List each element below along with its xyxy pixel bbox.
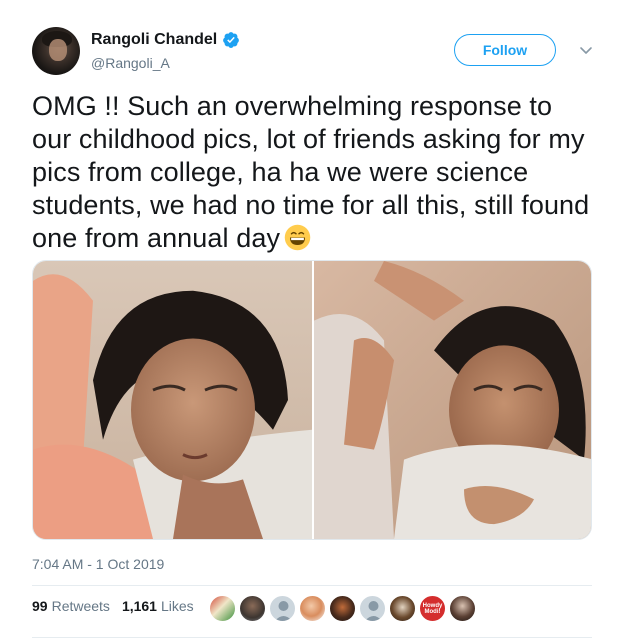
- likes-label[interactable]: Likes: [161, 598, 194, 614]
- liker-avatar[interactable]: [239, 595, 266, 622]
- avatar-face: [49, 39, 67, 61]
- grinning-face-emoji-icon: [284, 224, 311, 251]
- liker-avatar[interactable]: [329, 595, 356, 622]
- liker-avatar[interactable]: [209, 595, 236, 622]
- likers-avatars: Howdy Modi!: [209, 595, 476, 622]
- divider: [32, 637, 592, 638]
- author-display-name[interactable]: Rangoli Chandel: [91, 31, 217, 49]
- liker-avatar[interactable]: [299, 595, 326, 622]
- liker-avatar[interactable]: [359, 595, 386, 622]
- tweet-stats: 99 Retweets 1,161 Likes: [32, 598, 206, 614]
- liker-avatar[interactable]: [449, 595, 476, 622]
- tweet-timestamp[interactable]: 7:04 AM - 1 Oct 2019: [32, 556, 164, 572]
- verified-badge-icon: [223, 32, 240, 48]
- author-name-row[interactable]: Rangoli Chandel: [91, 31, 240, 49]
- default-profile-icon: [364, 601, 383, 621]
- photo-left-image: [33, 261, 312, 539]
- retweets-label[interactable]: Retweets: [52, 598, 110, 614]
- likes-count[interactable]: 1,161: [122, 598, 157, 614]
- liker-avatar[interactable]: [389, 595, 416, 622]
- tweet-card: Rangoli Chandel @Rangoli_A Follow OMG !!…: [0, 0, 621, 644]
- follow-button[interactable]: Follow: [454, 34, 556, 66]
- photo-right[interactable]: [314, 261, 591, 539]
- author-handle[interactable]: @Rangoli_A: [91, 55, 170, 71]
- tweet-header: Rangoli Chandel @Rangoli_A Follow: [32, 27, 602, 77]
- retweets-count[interactable]: 99: [32, 598, 48, 614]
- photo-left[interactable]: [33, 261, 312, 539]
- photo-right-image: [314, 261, 591, 539]
- howdy-modi-badge-text: Howdy Modi!: [422, 602, 443, 615]
- divider: [32, 585, 592, 586]
- tweet-media[interactable]: [32, 260, 592, 540]
- liker-avatar[interactable]: [269, 595, 296, 622]
- avatar[interactable]: [32, 27, 80, 75]
- default-profile-icon: [274, 601, 293, 621]
- tweet-text: OMG !! Such an overwhelming response to …: [32, 90, 592, 255]
- chevron-down-icon[interactable]: [578, 42, 594, 58]
- liker-avatar-howdy-modi[interactable]: Howdy Modi!: [419, 595, 446, 622]
